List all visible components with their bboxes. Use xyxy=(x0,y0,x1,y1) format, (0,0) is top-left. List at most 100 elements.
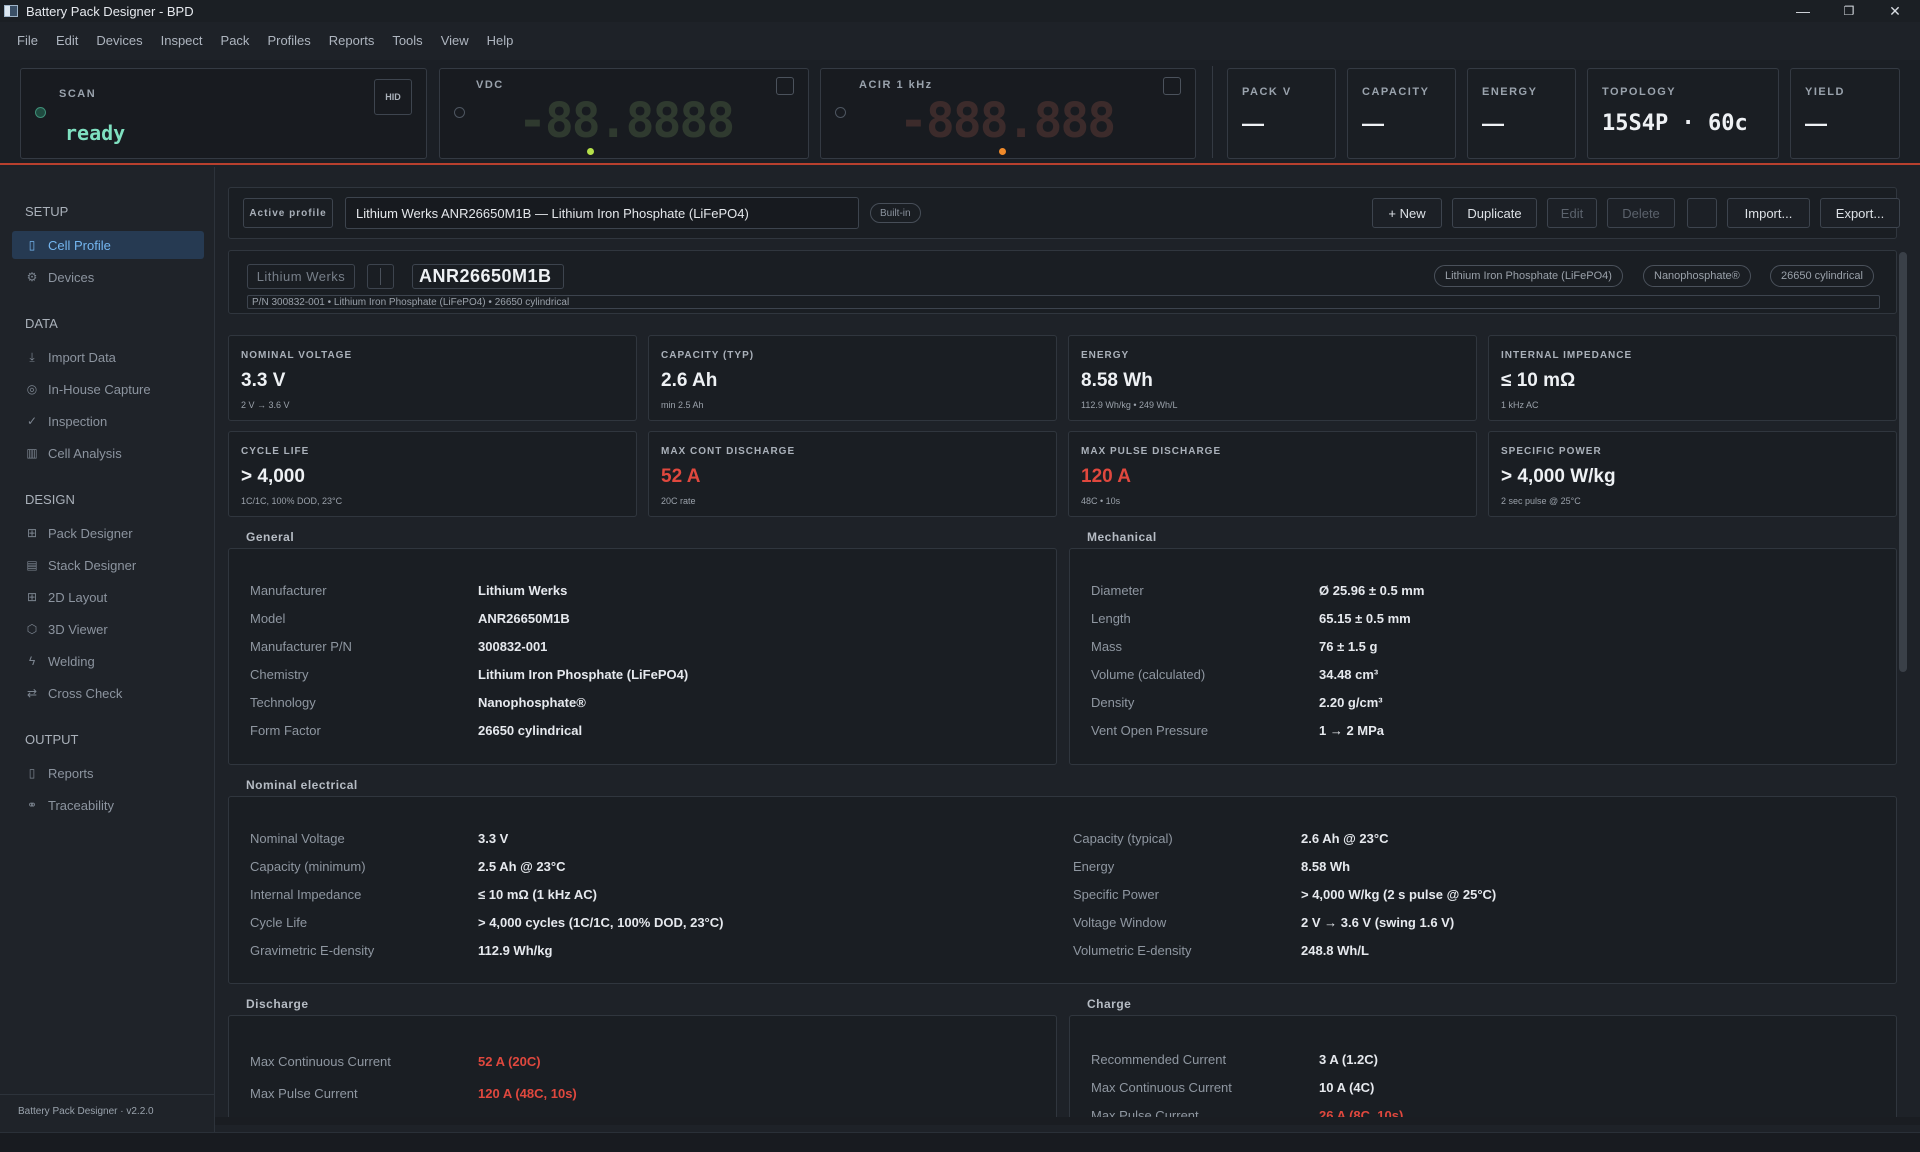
maximize-button[interactable]: ❐ xyxy=(1826,0,1872,22)
scan-panel: SCAN ready HID xyxy=(20,68,427,159)
menu-tools[interactable]: Tools xyxy=(383,33,431,48)
new-profile-button[interactable]: + New xyxy=(1372,198,1442,228)
target-icon: ◎ xyxy=(26,382,38,396)
row-key: Chemistry xyxy=(250,667,309,682)
row-value: ≤ 10 mΩ (1 kHz AC) xyxy=(478,887,597,902)
duplicate-button[interactable]: Duplicate xyxy=(1452,198,1537,228)
manufacturer-field[interactable]: Lithium Werks xyxy=(247,264,355,289)
stat-energy: ENERGY — xyxy=(1467,68,1576,159)
hid-button[interactable]: HID xyxy=(374,79,412,115)
acir-indicator-dot xyxy=(999,148,1006,155)
kpi-value: > 4,000 W/kg xyxy=(1501,466,1616,487)
edit-button[interactable]: Edit xyxy=(1547,198,1597,228)
row-key: Manufacturer xyxy=(250,583,327,598)
delete-button[interactable]: Delete xyxy=(1607,198,1675,228)
sidebar-item-stack-designer[interactable]: ▤ Stack Designer xyxy=(12,551,204,579)
sidebar-item-cell-profile[interactable]: ▯ Cell Profile xyxy=(12,231,204,259)
acir-checkbox[interactable] xyxy=(1163,77,1181,95)
model-field[interactable]: ANR26650M1B xyxy=(412,264,564,289)
sidebar-item-cross-check[interactable]: ⇄ Cross Check xyxy=(12,679,204,707)
menu-file[interactable]: File xyxy=(8,33,47,48)
stat-capacity: CAPACITY — xyxy=(1347,68,1456,159)
kpi-label: CYCLE LIFE xyxy=(241,446,310,457)
color-swatch[interactable] xyxy=(367,264,394,289)
kpi-value: > 4,000 xyxy=(241,466,305,487)
sidebar-item-3d-viewer[interactable]: ⬡ 3D Viewer xyxy=(12,615,204,643)
row-value: 2.20 g/cm³ xyxy=(1319,695,1383,710)
stat-label: YIELD xyxy=(1805,86,1845,98)
row-key: Cycle Life xyxy=(250,915,308,930)
row-key: Vent Open Pressure xyxy=(1091,723,1209,738)
sidebar-item-reports[interactable]: ▯ Reports xyxy=(12,759,204,787)
general-card: Manufacturer Lithium Werks Model ANR26650M… xyxy=(228,548,1057,765)
row-key: Gravimetric E-density xyxy=(250,943,375,958)
sidebar-item-cell-analysis[interactable]: ▥ Cell Analysis xyxy=(12,439,204,467)
sidebar-item-welding[interactable]: ϟ Welding xyxy=(12,647,204,675)
sidebar-item-label: Traceability xyxy=(48,797,114,813)
sidebar-item-2d-layout[interactable]: ⊞ 2D Layout xyxy=(12,583,204,611)
row-value: 52 A (20C) xyxy=(478,1054,541,1069)
sidebar-item-import-data[interactable]: ⤓ Import Data xyxy=(12,343,204,371)
menu-help[interactable]: Help xyxy=(478,33,523,48)
instrument-header: SCAN ready HID VDC -88.8888 ACIR 1 kHz -… xyxy=(0,60,1920,165)
row-key: Recommended Current xyxy=(1091,1052,1227,1067)
discharge-title: Discharge xyxy=(246,997,309,1011)
window-title: Battery Pack Designer - BPD xyxy=(26,3,194,19)
sidebar-item-in-house-capture[interactable]: ◎ In-House Capture xyxy=(12,375,204,403)
menu-inspect[interactable]: Inspect xyxy=(152,33,212,48)
active-profile-label: Active profile xyxy=(243,198,333,228)
kpi-value: 3.3 V xyxy=(241,370,286,391)
export-button[interactable]: Export... xyxy=(1820,198,1900,228)
sidebar-item-traceability[interactable]: ⚭ Traceability xyxy=(12,791,204,819)
sidebar-item-label: 3D Viewer xyxy=(48,621,108,637)
stat-label: PACK V xyxy=(1242,86,1292,98)
part-number-line: P/N 300832-001 • Lithium Iron Phosphate … xyxy=(247,295,1880,309)
import-button[interactable]: Import... xyxy=(1727,198,1810,228)
sidebar-item-inspection[interactable]: ✓ Inspection xyxy=(12,407,204,435)
vdc-checkbox[interactable] xyxy=(776,77,794,95)
kpi-value: 52 A xyxy=(661,466,701,487)
stat-label: ENERGY xyxy=(1482,86,1538,98)
kpi-sub: min 2.5 Ah xyxy=(661,400,704,410)
row-key: Capacity (minimum) xyxy=(250,859,366,874)
menu-profiles[interactable]: Profiles xyxy=(258,33,319,48)
sidebar: SETUP ▯ Cell Profile ⚙ Devices DATA ⤓ Im… xyxy=(0,167,215,1132)
sidebar-item-devices[interactable]: ⚙ Devices xyxy=(12,263,204,291)
link-icon: ⚭ xyxy=(26,798,38,812)
charge-title: Charge xyxy=(1087,997,1132,1011)
menu-devices[interactable]: Devices xyxy=(87,33,151,48)
check-icon: ✓ xyxy=(26,414,38,428)
kpi-value: ≤ 10 mΩ xyxy=(1501,370,1576,391)
menu-reports[interactable]: Reports xyxy=(320,33,384,48)
vertical-scrollbar[interactable] xyxy=(1897,250,1909,1120)
row-key: Length xyxy=(1091,611,1131,626)
discharge-card: Max Continuous Current 52 A (20C) Max Pul… xyxy=(228,1015,1057,1120)
row-key: Max Continuous Current xyxy=(250,1054,391,1069)
row-key: Mass xyxy=(1091,639,1123,654)
row-key: Form Factor xyxy=(250,723,321,738)
cell-icon: ▯ xyxy=(28,238,36,252)
technology-chip: Nanophosphate® xyxy=(1643,265,1751,287)
kpi-sub: 1 kHz AC xyxy=(1501,400,1539,410)
layers-icon: ▤ xyxy=(26,558,38,572)
row-key: Manufacturer P/N xyxy=(250,639,352,654)
vdc-label: VDC xyxy=(476,79,504,91)
acir-panel: ACIR 1 kHz -888.888 xyxy=(820,68,1196,159)
profile-select[interactable]: Lithium Werks ANR26650M1B — Lithium Iron… xyxy=(345,197,859,229)
sidebar-item-pack-designer[interactable]: ⊞ Pack Designer xyxy=(12,519,204,547)
row-value: 300832-001 xyxy=(478,639,548,654)
blank-toolbar-button[interactable] xyxy=(1687,198,1717,228)
close-button[interactable]: ✕ xyxy=(1872,0,1918,22)
mechanical-card: Diameter Ø 25.96 ± 0.5 mm Length 65.15 ± 0… xyxy=(1069,548,1897,765)
scrollbar-thumb[interactable] xyxy=(1899,252,1907,672)
kpi-sub: 1C/1C, 100% DOD, 23°C xyxy=(241,496,343,506)
minimize-button[interactable]: — xyxy=(1780,0,1826,22)
menu-view[interactable]: View xyxy=(432,33,478,48)
kpi-sub: 48C • 10s xyxy=(1081,496,1121,506)
sidebar-item-label: Welding xyxy=(48,653,95,669)
profile-toolbar: Active profile Lithium Werks ANR26650M1B… xyxy=(228,187,1900,239)
menu-edit[interactable]: Edit xyxy=(47,33,87,48)
menu-pack[interactable]: Pack xyxy=(212,33,259,48)
sidebar-item-label: In-House Capture xyxy=(48,381,151,397)
row-value: > 4,000 cycles (1C/1C, 100% DOD, 23°C) xyxy=(478,915,724,930)
